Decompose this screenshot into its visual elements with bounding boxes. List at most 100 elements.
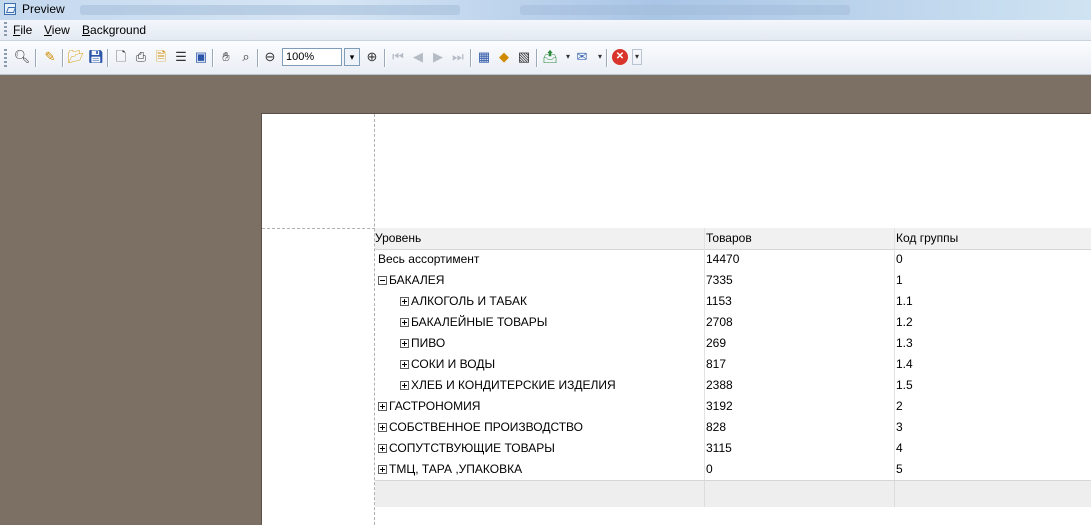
watermark-icon[interactable]: ▧: [516, 49, 532, 65]
menu-bar: File View Background: [0, 20, 1091, 41]
row-code-cell: 1.1: [896, 294, 913, 308]
expand-icon[interactable]: [378, 465, 387, 474]
row-count-cell: 2388: [705, 375, 895, 396]
window-title: Preview: [22, 2, 65, 16]
row-level-cell: ТМЦ, ТАРА ,УПАКОВКА: [375, 459, 705, 480]
next-page-icon[interactable]: ▶︎: [430, 49, 446, 65]
table-row[interactable]: ТМЦ, ТАРА ,УПАКОВКА 0 5: [375, 459, 1091, 480]
collapse-icon[interactable]: [378, 276, 387, 285]
table-row[interactable]: БАКАЛЕЯ 7335 1: [375, 270, 1091, 291]
menu-view[interactable]: View: [44, 23, 70, 37]
close-preview-icon[interactable]: ✕: [612, 49, 628, 65]
multiple-pages-icon[interactable]: ▦: [476, 49, 492, 65]
prev-page-icon[interactable]: ◀︎: [410, 49, 426, 65]
title-bar: Preview: [0, 0, 1091, 20]
table-row[interactable]: АЛКОГОЛЬ И ТАБАК 1153 1.1: [375, 291, 1091, 312]
row-name: Весь ассортимент: [378, 252, 480, 266]
row-name: ГАСТРОНОМИЯ: [389, 399, 481, 413]
navigation-panel: [0, 75, 259, 525]
toolbar-separator: [212, 49, 214, 67]
menu-file[interactable]: File: [13, 23, 32, 37]
table-row[interactable]: Весь ассортимент 14470 0: [375, 249, 1091, 270]
row-name: ХЛЕБ И КОНДИТЕРСКИЕ ИЗДЕЛИЯ: [411, 378, 616, 392]
toolbar-separator: [384, 49, 386, 67]
last-page-icon[interactable]: ⏭︎: [450, 49, 466, 65]
menu-grip: [4, 22, 7, 38]
table-row[interactable]: ХЛЕБ И КОНДИТЕРСКИЕ ИЗДЕЛИЯ 2388 1.5: [375, 375, 1091, 396]
footer-separator: [704, 481, 705, 507]
row-level-cell: СОБСТВЕННОЕ ПРОИЗВОДСТВО: [375, 417, 705, 438]
row-count-cell: 269: [705, 333, 895, 354]
row-level-cell: ГАСТРОНОМИЯ: [375, 396, 705, 417]
zoom-input[interactable]: 100%: [282, 48, 342, 66]
page-color-icon[interactable]: ◆: [496, 49, 512, 65]
toolbar-separator: [257, 49, 259, 67]
table-row[interactable]: СОПУТСТВУЮЩИЕ ТОВАРЫ 3115 4: [375, 438, 1091, 459]
table-row[interactable]: БАКАЛЕЙНЫЕ ТОВАРЫ 2708 1.2: [375, 312, 1091, 333]
table-row[interactable]: СОКИ И ВОДЫ 817 1.4: [375, 354, 1091, 375]
menu-background[interactable]: Background: [82, 23, 146, 37]
open-icon[interactable]: 📂︎: [68, 49, 85, 65]
row-count-cell: 3192: [705, 396, 895, 417]
expand-icon[interactable]: [400, 318, 409, 327]
table-footer-row: [375, 480, 1091, 507]
expand-icon[interactable]: [400, 360, 409, 369]
toolbar-separator: [606, 49, 608, 67]
row-level-cell: Весь ассортимент: [375, 249, 705, 270]
expand-icon[interactable]: [378, 444, 387, 453]
row-code-cell: 3: [896, 420, 903, 434]
magnifier-icon[interactable]: ⌕: [238, 49, 254, 65]
row-level-cell: ПИВО: [375, 333, 705, 354]
toolbar-separator: [470, 49, 472, 67]
row-count-cell: 7335: [705, 270, 895, 291]
margins-icon[interactable]: ☰: [173, 49, 189, 65]
row-code-cell: 1.4: [896, 357, 913, 371]
page-setup-icon[interactable]: 🗋︎: [113, 49, 129, 65]
expand-icon[interactable]: [378, 423, 387, 432]
zoom-out-icon[interactable]: ⊖: [262, 49, 278, 65]
print-preview-icon[interactable]: 🗎︎: [153, 49, 169, 65]
first-page-icon[interactable]: ⏮︎: [390, 49, 406, 65]
toolbar-separator: [62, 49, 64, 67]
toolbar-separator: [107, 49, 109, 67]
expand-icon[interactable]: [378, 402, 387, 411]
export-icon[interactable]: 📤︎: [542, 49, 559, 65]
scale-icon[interactable]: ▣: [193, 49, 209, 65]
save-icon[interactable]: 💾︎: [88, 49, 105, 65]
table-row[interactable]: ПИВО 269 1.3: [375, 333, 1091, 354]
row-count-cell: 1153: [705, 291, 895, 312]
row-name: ПИВО: [411, 336, 446, 350]
toolbar-separator: [35, 49, 37, 67]
expand-icon[interactable]: [400, 381, 409, 390]
table-row[interactable]: ГАСТРОНОМИЯ 3192 2: [375, 396, 1091, 417]
row-count-cell: 14470: [705, 249, 895, 270]
table-row[interactable]: СОБСТВЕННОЕ ПРОИЗВОДСТВО 828 3: [375, 417, 1091, 438]
toolbar-overflow-icon[interactable]: ▾: [632, 49, 642, 65]
print-icon[interactable]: ⎙: [133, 49, 149, 65]
row-count-cell: 828: [705, 417, 895, 438]
row-count-cell: 2708: [705, 312, 895, 333]
row-name: СОКИ И ВОДЫ: [411, 357, 496, 371]
row-name: СОБСТВЕННОЕ ПРОИЗВОДСТВО: [389, 420, 583, 434]
send-email-icon[interactable]: ✉: [574, 49, 590, 65]
row-name: ТМЦ, ТАРА ,УПАКОВКА: [389, 462, 523, 476]
hand-tool-icon[interactable]: ✋︎: [218, 49, 234, 65]
row-code-cell: 5: [896, 462, 903, 476]
toolbar: 🔍︎ ✎ 📂︎ 💾︎ 🗋︎ ⎙ 🗎︎ ☰ ▣ ✋︎ ⌕ ⊖ 100% ▾ ⊕ ⏮…: [0, 41, 1091, 75]
expand-icon[interactable]: [400, 297, 409, 306]
toolbar-grip: [4, 49, 7, 67]
row-level-cell: БАКАЛЕЯ: [375, 270, 705, 291]
row-name: АЛКОГОЛЬ И ТАБАК: [411, 294, 527, 308]
zoom-in-icon[interactable]: ⊕: [364, 49, 380, 65]
find-icon[interactable]: 🔍︎: [14, 49, 31, 65]
toolbar-separator: [536, 49, 538, 67]
expand-icon[interactable]: [400, 339, 409, 348]
row-name: СОПУТСТВУЮЩИЕ ТОВАРЫ: [389, 441, 555, 455]
row-name: БАКАЛЕЙНЫЕ ТОВАРЫ: [411, 315, 548, 329]
column-header-level: Уровень: [375, 228, 705, 249]
row-code-cell: 2: [896, 399, 903, 413]
preview-app-icon: [4, 3, 16, 15]
zoom-dropdown-icon[interactable]: ▾: [344, 48, 360, 66]
edit-icon[interactable]: ✎: [42, 49, 58, 65]
title-bar-blurred-text: [80, 5, 460, 15]
